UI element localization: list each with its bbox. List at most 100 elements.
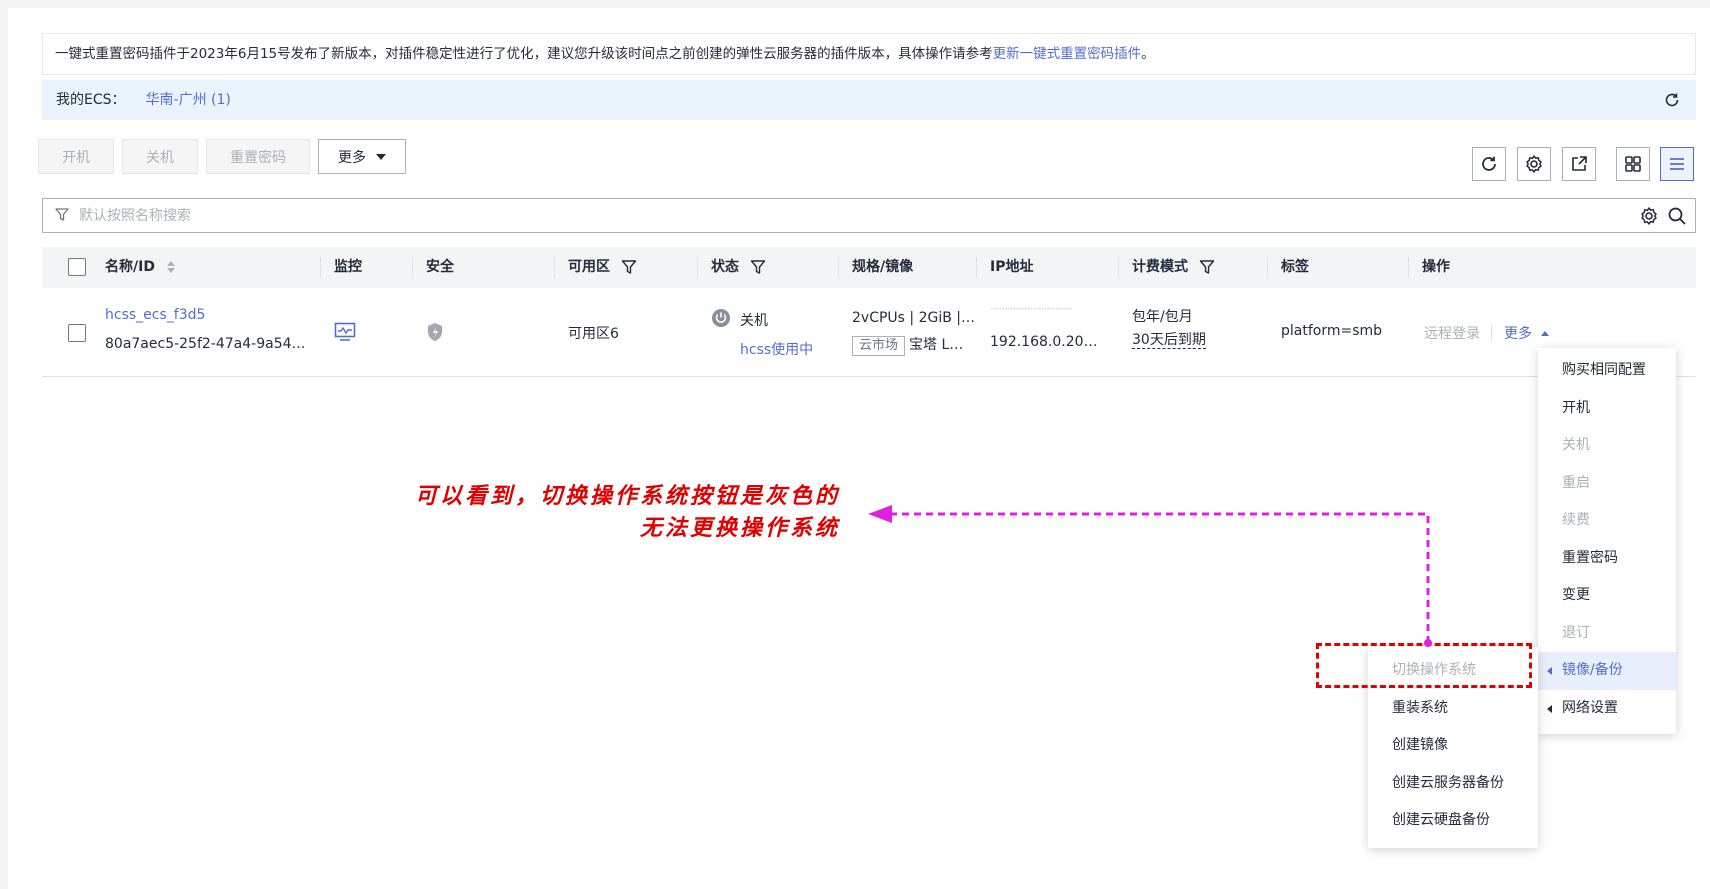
monitor-icon[interactable]: [334, 322, 356, 342]
submenu-item-label: 创建镜像: [1392, 737, 1448, 753]
my-ecs-label: 我的ECS：: [56, 92, 126, 108]
menu-item[interactable]: 镜像/备份: [1538, 652, 1676, 690]
menu-item[interactable]: 重启: [1538, 465, 1676, 503]
menu-item-label: 重置密码: [1562, 549, 1618, 566]
menu-item[interactable]: 变更: [1538, 577, 1676, 615]
sort-icon[interactable]: [166, 260, 176, 274]
image-value: 宝塔 L…: [909, 337, 964, 353]
menu-item-label: 变更: [1562, 587, 1590, 603]
instance-id: 80a7aec5-25f2-47a4-9a54…: [105, 336, 306, 352]
submenu-item-label: 创建云硬盘备份: [1392, 812, 1490, 828]
spec-value: 2vCPUs | 2GiB |…: [852, 310, 975, 326]
filter-icon[interactable]: [750, 259, 766, 275]
stop-button[interactable]: 关机: [122, 139, 198, 174]
th-name[interactable]: 名称/ID: [105, 247, 176, 288]
menu-item-label: 续费: [1562, 512, 1590, 528]
th-ip: IP地址: [990, 259, 1034, 275]
chevron-left-icon: [1547, 704, 1552, 713]
th-tag: 标签: [1281, 259, 1309, 275]
annotation-line-2: 无法更换操作系统: [639, 515, 840, 541]
shield-icon[interactable]: [426, 322, 444, 342]
submenu-item-label: 创建云服务器备份: [1392, 774, 1504, 791]
column-divider: [412, 257, 413, 278]
private-ip: 192.168.0.20…: [990, 334, 1098, 350]
billing-expiry-text: 30天后到期: [1132, 332, 1206, 349]
page-container: 一键式重置密码插件于2023年6月15号发布了新版本，对插件稳定性进行了优化，建…: [8, 8, 1710, 889]
submenu-item-label: 重装系统: [1392, 699, 1448, 716]
menu-item[interactable]: 关机: [1538, 427, 1676, 465]
menu-item[interactable]: 退订: [1538, 615, 1676, 653]
column-divider: [1118, 257, 1119, 278]
more-button-label: 更多: [338, 149, 366, 166]
menu-item-label: 网络设置: [1562, 699, 1618, 716]
filter-icon[interactable]: [1199, 259, 1215, 275]
th-status: 状态: [711, 247, 766, 288]
search-bar: [42, 198, 1696, 233]
th-az: 可用区: [568, 247, 637, 288]
refresh-icon: [1482, 156, 1496, 171]
gear-icon: [1526, 155, 1542, 173]
column-divider: [838, 257, 839, 278]
column-divider: [697, 257, 698, 278]
column-divider: [320, 257, 321, 278]
column-divider: [976, 257, 977, 278]
submenu-item[interactable]: 创建镜像: [1368, 727, 1538, 765]
th-billing-label: 计费模式: [1132, 259, 1188, 275]
annotation-line-1: 可以看到，切换操作系统按钮是灰色的: [414, 483, 840, 509]
menu-item[interactable]: 重置密码: [1538, 540, 1676, 578]
select-all-checkbox[interactable]: [68, 258, 86, 276]
image-cell: 云市场 宝塔 L…: [852, 334, 963, 356]
submenu-item[interactable]: 创建云服务器备份: [1368, 765, 1538, 803]
more-dropdown-menu: 购买相同配置开机关机重启续费重置密码变更退订镜像/备份网络设置: [1538, 348, 1676, 734]
submenu-item[interactable]: 重装系统: [1368, 690, 1538, 728]
export-button[interactable]: [1562, 147, 1596, 181]
refresh-icon[interactable]: [1664, 92, 1680, 108]
th-monitor: 监控: [334, 259, 362, 275]
region-link[interactable]: 华南-广州 (1): [146, 92, 231, 108]
menu-item-label: 开机: [1562, 399, 1590, 416]
filter-icon[interactable]: [621, 259, 637, 275]
menu-item[interactable]: 续费: [1538, 502, 1676, 540]
th-name-label: 名称/ID: [105, 259, 155, 275]
chevron-down-icon: [376, 153, 386, 160]
menu-item-label: 镜像/备份: [1562, 662, 1623, 678]
notice-link[interactable]: 更新一键式重置密码插件: [993, 46, 1142, 62]
search-settings-icon[interactable]: [1639, 206, 1659, 226]
public-ip-masked: ·····························: [990, 302, 1073, 316]
status-sub-link[interactable]: hcss使用中: [740, 339, 813, 359]
grid-view-button[interactable]: [1616, 147, 1650, 181]
column-divider: [1408, 257, 1409, 278]
export-icon: [1572, 156, 1587, 171]
reset-password-button[interactable]: 重置密码: [206, 139, 310, 174]
th-security: 安全: [426, 259, 454, 275]
th-billing: 计费模式: [1132, 247, 1215, 288]
instance-name-link[interactable]: hcss_ecs_f3d5: [105, 307, 205, 323]
more-button[interactable]: 更多: [318, 139, 406, 174]
start-button[interactable]: 开机: [38, 139, 114, 174]
list-view-button[interactable]: [1660, 147, 1694, 181]
highlight-box: [1316, 643, 1532, 688]
menu-item-label: 退订: [1562, 624, 1590, 641]
submenu-item[interactable]: 创建云硬盘备份: [1368, 802, 1538, 840]
list-icon: [1670, 158, 1684, 170]
row-checkbox[interactable]: [68, 324, 86, 342]
menu-item-label: 重启: [1562, 474, 1590, 491]
my-ecs-bar: 我的ECS： 华南-广州 (1): [42, 80, 1696, 120]
th-ops: 操作: [1422, 259, 1450, 275]
refresh-button[interactable]: [1472, 147, 1506, 181]
power-off-icon: [712, 309, 730, 327]
settings-button[interactable]: [1517, 147, 1551, 181]
menu-item[interactable]: 购买相同配置: [1538, 352, 1676, 390]
ops-divider: [1491, 325, 1492, 341]
billing-expiry[interactable]: 30天后到期: [1132, 329, 1206, 349]
az-value: 可用区6: [568, 326, 619, 342]
menu-item[interactable]: 网络设置: [1538, 690, 1676, 728]
tag-value: platform=smb: [1281, 323, 1383, 339]
menu-item[interactable]: 开机: [1538, 390, 1676, 428]
th-status-label: 状态: [711, 259, 739, 275]
remote-login-link[interactable]: 远程登录: [1424, 323, 1480, 343]
row-more-button[interactable]: 更多: [1504, 323, 1550, 343]
search-icon[interactable]: [1667, 206, 1687, 226]
column-divider: [554, 257, 555, 278]
search-input[interactable]: [79, 205, 1479, 227]
